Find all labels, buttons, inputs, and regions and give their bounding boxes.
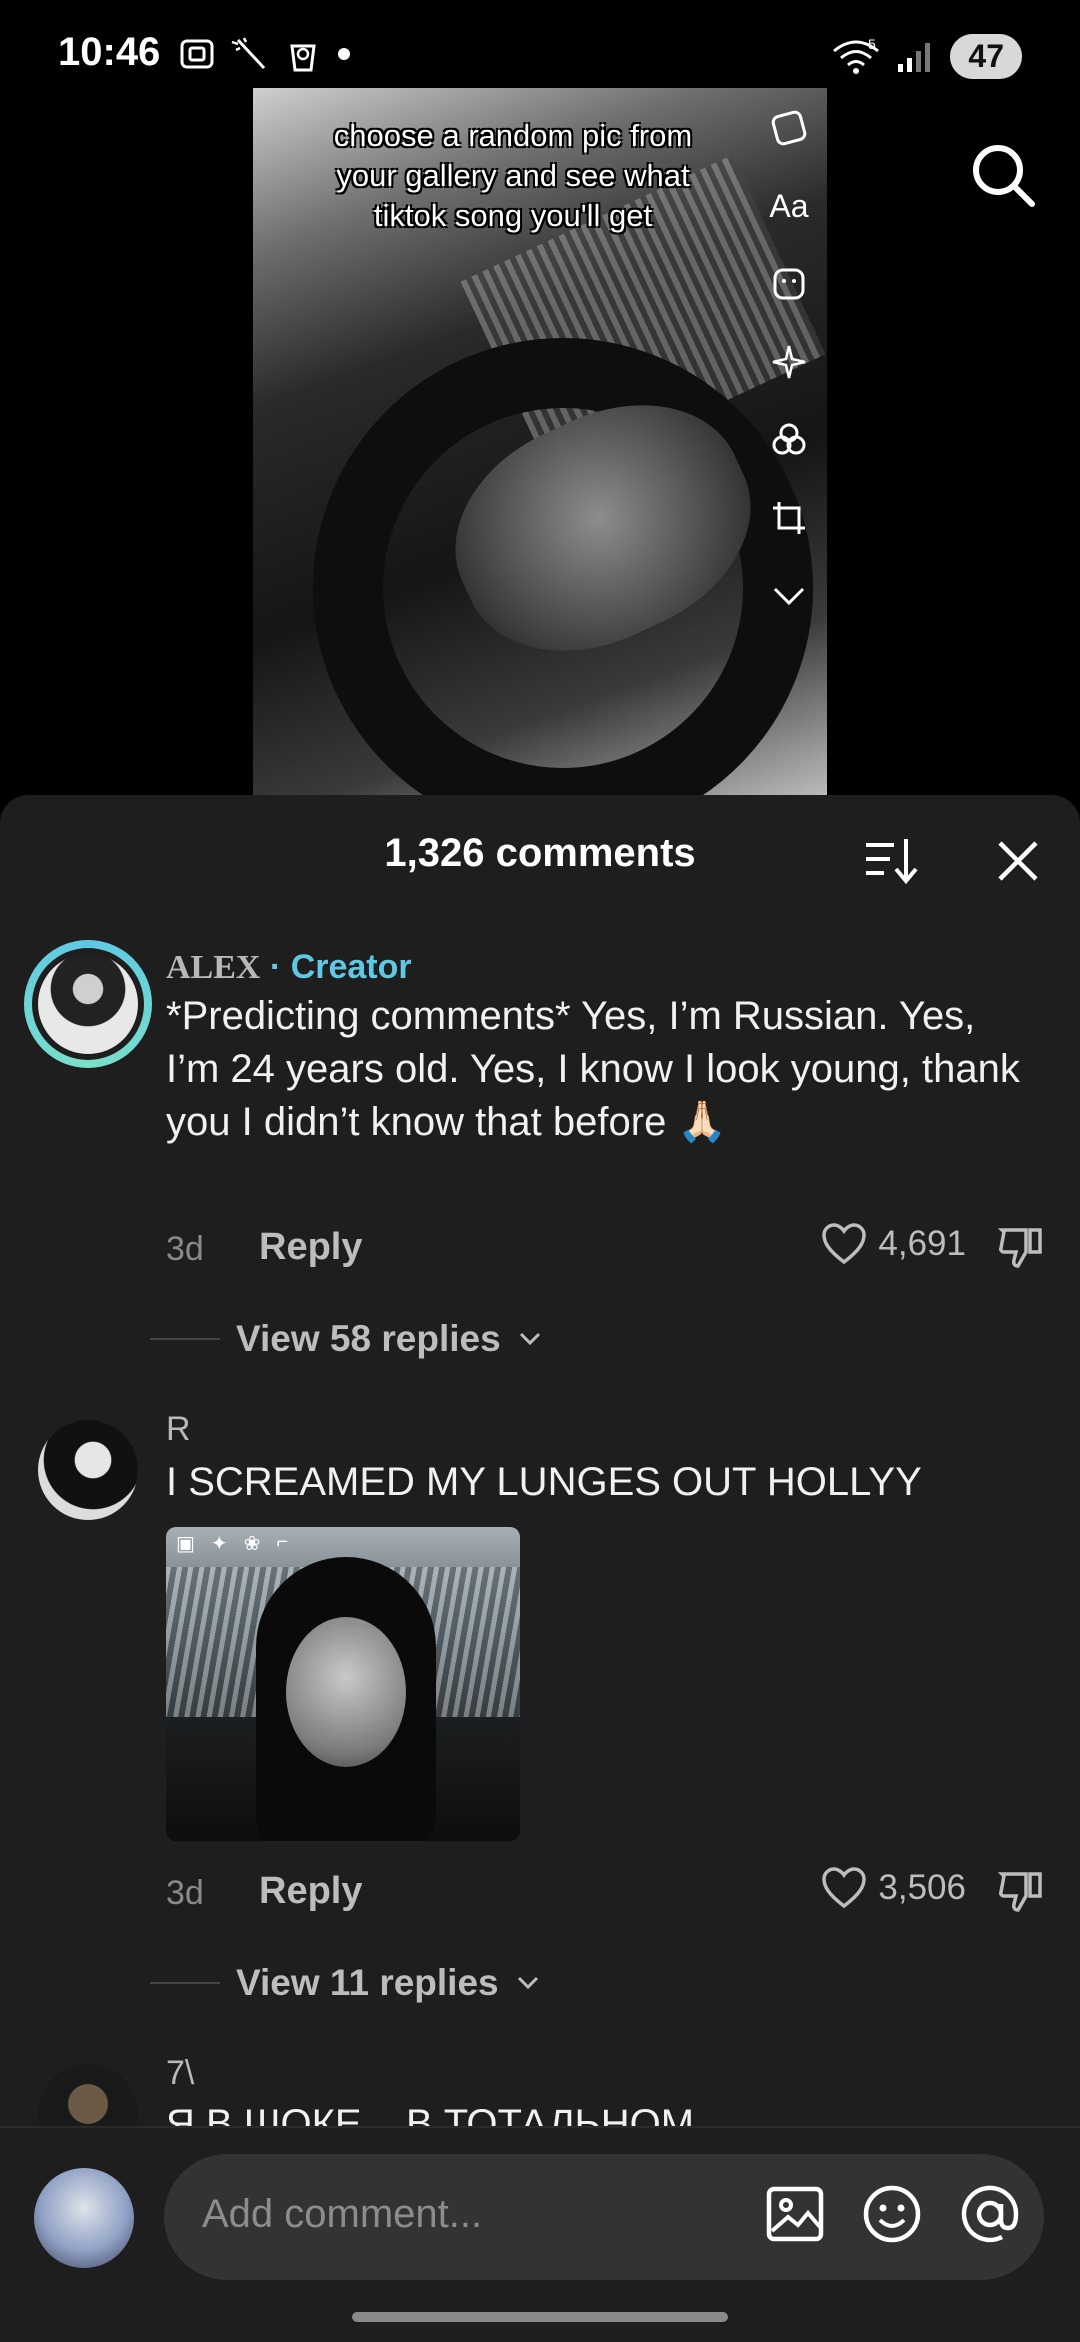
avatar[interactable] xyxy=(24,940,152,1068)
sparkle-icon: ✦ xyxy=(210,1533,228,1555)
comment-composer: Add comment... xyxy=(0,2126,1080,2342)
like-button[interactable]: 3,506 xyxy=(820,1866,966,1910)
view-replies-label: View 11 replies xyxy=(236,1962,499,2003)
view-replies-label: View 58 replies xyxy=(236,1318,501,1359)
status-time: 10:46 xyxy=(58,30,161,74)
video-player[interactable]: choose a random pic from your gallery an… xyxy=(253,88,827,798)
crop-icon: ⌐ xyxy=(276,1531,289,1553)
sticker-icon xyxy=(767,256,811,312)
thumb-edit-icons: ▣ ✦ ❀ ⌐ xyxy=(176,1531,288,1556)
alarm-cup-icon xyxy=(290,44,316,72)
divider xyxy=(150,1982,220,1984)
mention-icon[interactable] xyxy=(958,2182,1022,2246)
comment-author[interactable]: 7\ xyxy=(166,2054,194,2093)
comment-input-placeholder: Add comment... xyxy=(202,2192,483,2236)
wifi-badge: 5 xyxy=(868,37,876,52)
reply-button[interactable]: Reply xyxy=(259,1226,362,1269)
dislike-icon[interactable] xyxy=(996,1866,1046,1916)
heart-icon xyxy=(822,1223,867,1265)
status-left-icons xyxy=(178,34,352,74)
chevron-down-icon xyxy=(519,1332,540,1346)
battery-indicator: 47 xyxy=(950,34,1022,79)
view-replies-button[interactable]: View 11 replies xyxy=(150,1962,541,2004)
view-replies-button[interactable]: View 58 replies xyxy=(150,1318,543,1360)
screenshot-icon xyxy=(180,39,214,69)
close-icon[interactable] xyxy=(996,839,1040,883)
comment-author-line: ALEX · Creator xyxy=(166,948,412,987)
comment-text: *Predicting comments* Yes, I’m Russian. … xyxy=(166,994,1020,1144)
comment-age: 3d xyxy=(166,1874,204,1912)
search-icon[interactable] xyxy=(968,140,1038,210)
comment-text: I SCREAMED MY LUNGES OUT HOLLYY xyxy=(166,1460,922,1504)
status-right-icons: 5 47 xyxy=(830,34,1022,79)
sparkle-icon xyxy=(767,334,811,390)
wifi-icon: 5 xyxy=(833,37,880,74)
sticker-icon: ▣ xyxy=(176,1533,195,1555)
filters-icon xyxy=(767,412,811,468)
chevron-down-icon xyxy=(517,1976,538,1990)
comment-actions: 3d Reply 4,691 xyxy=(166,1222,1046,1272)
like-count: 4,691 xyxy=(878,1224,966,1263)
my-avatar[interactable] xyxy=(34,2168,134,2268)
home-indicator[interactable] xyxy=(352,2312,728,2322)
comment-author[interactable]: ALEX xyxy=(166,949,260,986)
composer-icons xyxy=(764,2182,1022,2246)
dislike-icon[interactable] xyxy=(996,1222,1046,1272)
edit-tools: Aa xyxy=(759,100,819,624)
comment-image[interactable]: ▣ ✦ ❀ ⌐ xyxy=(166,1527,520,1841)
chevron-down-icon xyxy=(767,568,811,624)
comments-count-title: 1,326 comments xyxy=(384,831,696,875)
emoji-icon[interactable] xyxy=(860,2182,924,2246)
like-button[interactable]: 4,691 xyxy=(820,1222,966,1266)
comment-author[interactable]: R xyxy=(166,1410,191,1449)
creator-badge: · Creator xyxy=(269,948,412,986)
comment-actions: 3d Reply 3,506 xyxy=(166,1866,1046,1916)
magic-wand-icon xyxy=(231,37,266,70)
comment-item: ALEX · Creator *Predicting comments* Yes… xyxy=(0,940,1080,1220)
reply-button[interactable]: Reply xyxy=(259,1870,362,1913)
filters-icon: ❀ xyxy=(243,1533,261,1555)
avatar[interactable] xyxy=(38,1420,138,1520)
heart-icon xyxy=(822,1867,867,1909)
thumb-face xyxy=(286,1617,406,1767)
like-count: 3,506 xyxy=(878,1868,966,1907)
crop-icon xyxy=(767,490,811,546)
sort-icon[interactable] xyxy=(862,835,918,885)
video-caption: choose a random pic from your gallery an… xyxy=(333,118,693,233)
comment-input[interactable]: Add comment... xyxy=(164,2154,1044,2280)
divider xyxy=(150,1338,220,1340)
text-tool: Aa xyxy=(769,187,809,224)
video-frame-icon xyxy=(767,100,811,156)
comment-actions xyxy=(166,2015,1046,2065)
notification-dot-icon xyxy=(338,48,350,60)
image-icon[interactable] xyxy=(764,2183,826,2245)
cell-signal-icon xyxy=(898,42,931,72)
comment-age: 3d xyxy=(166,1230,204,1268)
